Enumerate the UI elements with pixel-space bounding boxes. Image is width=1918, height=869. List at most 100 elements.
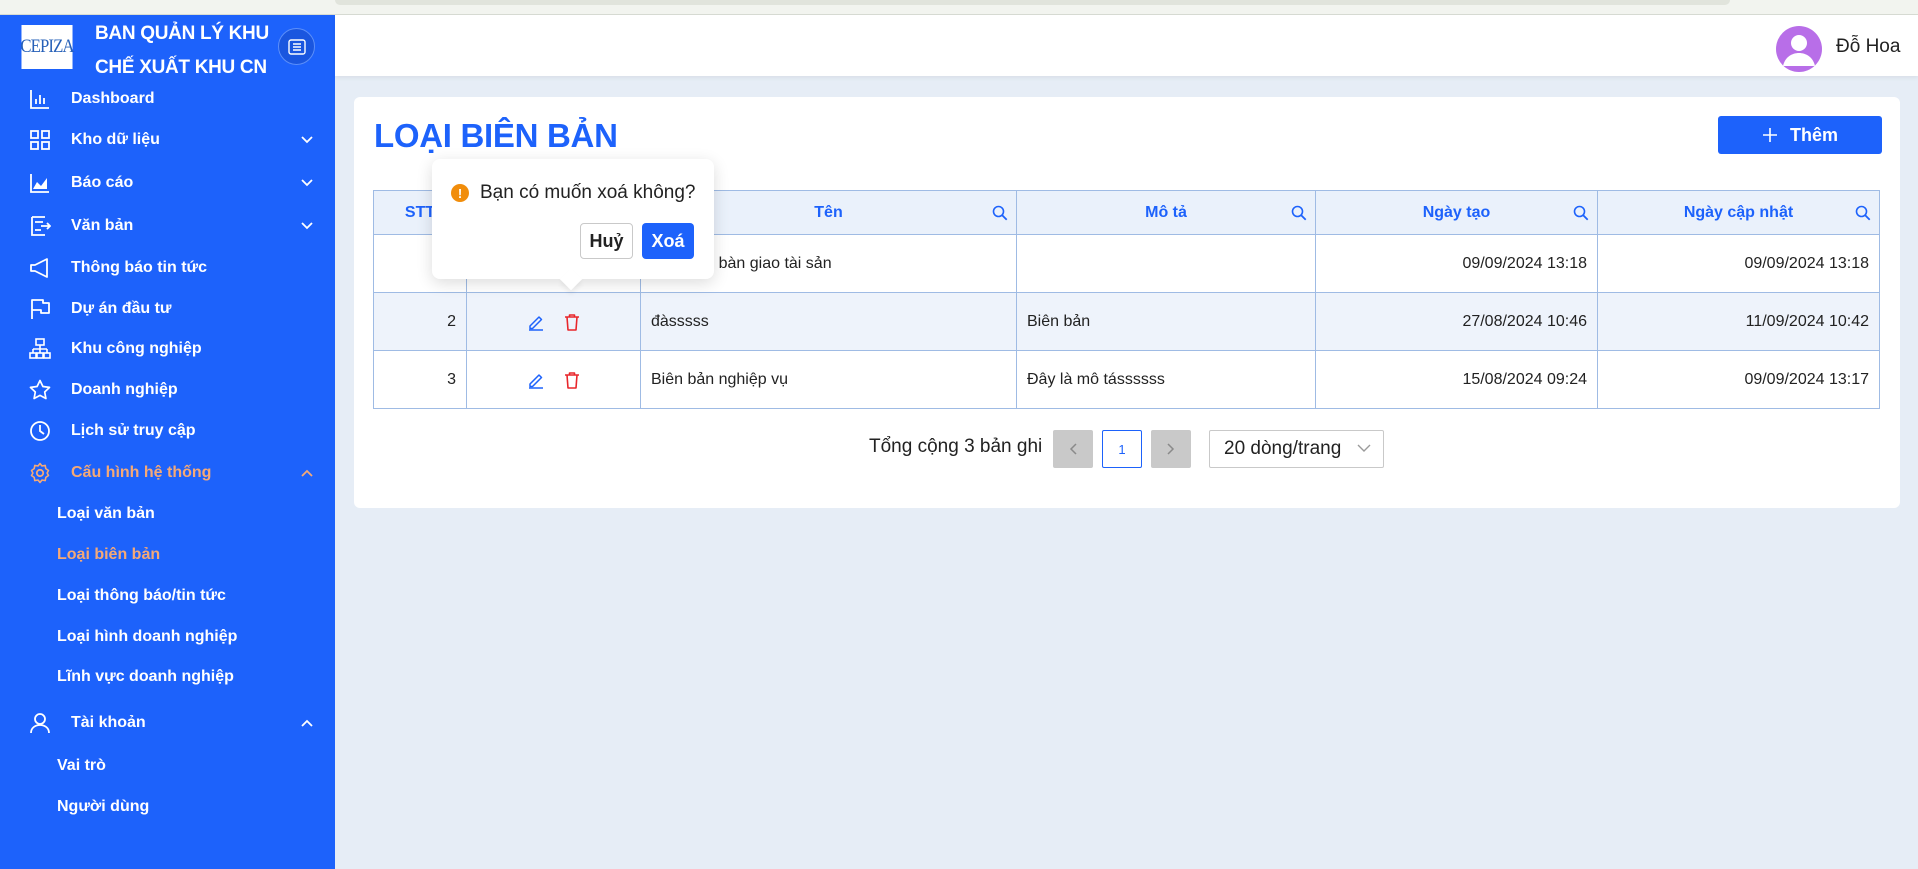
cell-actions	[466, 350, 641, 409]
sidebar-item-news[interactable]: Thông báo tin tức	[0, 248, 335, 288]
edit-icon[interactable]	[527, 313, 545, 331]
clock-icon	[27, 418, 53, 444]
sidebar-item-label: Kho dữ liệu	[71, 131, 160, 148]
sidebar-item-label: Tài khoản	[71, 714, 146, 731]
column-header-label: Ngày tạo	[1422, 203, 1491, 221]
add-button-label: Thêm	[1789, 124, 1838, 145]
chevron-up-icon	[299, 715, 315, 731]
sidebar-subitem-label: Loại văn bản	[57, 505, 155, 522]
sidebar-item-investment[interactable]: Dự án đầu tư	[0, 289, 335, 329]
sidebar-item-reports[interactable]: Báo cáo	[0, 163, 335, 203]
top-header: Đỗ Hoa	[335, 15, 1918, 76]
logo[interactable]: CEPIZA	[20, 25, 74, 69]
user-icon	[27, 710, 53, 736]
avatar[interactable]	[1776, 26, 1822, 72]
chevron-up-icon	[299, 465, 315, 481]
sidebar-subitem-label: Lĩnh vực doanh nghiệp	[57, 668, 234, 685]
add-button[interactable]: Thêm	[1718, 116, 1882, 154]
sidebar-subitem-users[interactable]: Người dùng	[0, 787, 335, 827]
search-icon[interactable]	[1573, 205, 1589, 221]
chevron-down-icon	[299, 175, 315, 191]
table-row: 3 Biên bản nghiệp vụ Đây là mô tássssss …	[373, 350, 1880, 409]
cell-name: Biên bản nghiệp vụ	[640, 350, 1017, 409]
gear-icon	[27, 460, 53, 486]
sidebar-subitem-roles[interactable]: Vai trò	[0, 746, 335, 786]
sidebar-item-label: Doanh nghiệp	[71, 381, 178, 398]
chevron-down-icon	[299, 132, 315, 148]
bar-chart-icon	[27, 86, 53, 112]
column-header-label: Mô tả	[1145, 203, 1187, 221]
search-icon[interactable]	[992, 205, 1008, 221]
cell-updated: 11/09/2024 10:42	[1597, 292, 1880, 351]
page-size-select[interactable]: 20 dòng/trang	[1209, 430, 1384, 468]
sidebar-item-label: Dashboard	[71, 90, 155, 107]
flag-icon	[27, 296, 53, 322]
column-header-label: Ngày cập nhật	[1683, 203, 1794, 221]
sidebar: CEPIZA BAN QUẢN LÝ KHU CHẾ XUẤT KHU CN D…	[0, 15, 335, 869]
cell-actions	[466, 292, 641, 351]
column-header-updated: Ngày cập nhật	[1597, 190, 1880, 235]
cell-description	[1016, 234, 1316, 293]
sidebar-item-system-config[interactable]: Cấu hình hệ thống	[0, 453, 335, 493]
sidebar-item-access-history[interactable]: Lịch sử truy cập	[0, 411, 335, 451]
sidebar-item-documents[interactable]: Văn bản	[0, 206, 335, 246]
username[interactable]: Đỗ Hoa	[1836, 36, 1900, 58]
cell-created: 27/08/2024 10:46	[1315, 292, 1598, 351]
page-title: LOẠI BIÊN BẢN	[374, 117, 618, 154]
chevron-down-icon	[299, 218, 315, 234]
search-icon[interactable]	[1291, 205, 1307, 221]
cell-updated: 09/09/2024 13:18	[1597, 234, 1880, 293]
sidebar-item-label: Thông báo tin tức	[71, 259, 208, 276]
page-number-button[interactable]: 1	[1102, 430, 1142, 468]
page-size-value: 20 dòng/trang	[1224, 438, 1342, 459]
confirm-message: Bạn có muốn xoá không?	[480, 182, 696, 203]
pagination-total: Tổng cộng 3 bản ghi	[869, 436, 1043, 457]
cluster-icon	[27, 336, 53, 362]
sidebar-item-data-warehouse[interactable]: Kho dữ liệu	[0, 120, 335, 160]
cell-description: Đây là mô tássssss	[1016, 350, 1316, 409]
sidebar-item-dashboard[interactable]: Dashboard	[0, 79, 335, 119]
column-header-created: Ngày tạo	[1315, 190, 1598, 235]
sidebar-item-industrial-zone[interactable]: Khu công nghiệp	[0, 329, 335, 369]
sidebar-item-account[interactable]: Tài khoản	[0, 703, 335, 743]
sidebar-item-label: Dự án đầu tư	[71, 300, 172, 317]
collapse-sidebar-button[interactable]	[278, 28, 315, 65]
sidebar-subitem-enterprise-fields[interactable]: Lĩnh vực doanh nghiệp	[0, 657, 335, 697]
user-avatar-icon	[1783, 35, 1815, 66]
cancel-button[interactable]: Huỷ	[580, 223, 633, 259]
cell-created: 09/09/2024 13:18	[1315, 234, 1598, 293]
cell-stt: 3	[373, 350, 467, 409]
sidebar-subitem-enterprise-types[interactable]: Loại hình doanh nghiệp	[0, 617, 335, 657]
sidebar-item-enterprises[interactable]: Doanh nghiệp	[0, 370, 335, 410]
delete-icon[interactable]	[563, 313, 581, 331]
delete-icon[interactable]	[563, 371, 581, 389]
table-row: 2 đàsssss Biên bản 27/08/2024 10:46 11/0…	[373, 292, 1880, 351]
chevron-right-icon	[1167, 443, 1175, 455]
megaphone-icon	[27, 255, 53, 281]
sidebar-item-label: Lịch sử truy cập	[71, 422, 196, 439]
document-export-icon	[27, 213, 53, 239]
cell-created: 15/08/2024 09:24	[1315, 350, 1598, 409]
star-icon	[27, 377, 53, 403]
confirm-delete-button[interactable]: Xoá	[642, 223, 694, 259]
cell-stt: 2	[373, 292, 467, 351]
prev-page-button[interactable]	[1053, 430, 1093, 468]
search-icon[interactable]	[1855, 205, 1871, 221]
brand-title-line1: BAN QUẢN LÝ KHU	[95, 23, 269, 44]
chevron-down-icon	[1357, 444, 1371, 452]
cell-name: đàsssss	[640, 292, 1017, 351]
browser-top-bar	[335, 0, 1730, 5]
menu-fold-icon	[287, 38, 306, 55]
sidebar-subitem-record-types[interactable]: Loại biên bản	[0, 535, 335, 575]
sidebar-subitem-label: Loại biên bản	[57, 546, 161, 563]
edit-icon[interactable]	[527, 371, 545, 389]
sidebar-subitem-label: Vai trò	[57, 757, 106, 774]
delete-confirm-popover: ! Bạn có muốn xoá không? Huỷ Xoá	[432, 159, 714, 279]
next-page-button[interactable]	[1151, 430, 1191, 468]
sidebar-item-label: Khu công nghiệp	[71, 340, 202, 357]
cell-updated: 09/09/2024 13:17	[1597, 350, 1880, 409]
brand: CEPIZA BAN QUẢN LÝ KHU CHẾ XUẤT KHU CN	[0, 15, 335, 78]
sidebar-subitem-document-types[interactable]: Loại văn bản	[0, 494, 335, 534]
sidebar-subitem-news-types[interactable]: Loại thông báo/tin tức	[0, 576, 335, 616]
brand-title: BAN QUẢN LÝ KHU CHẾ XUẤT KHU CN	[95, 17, 285, 85]
